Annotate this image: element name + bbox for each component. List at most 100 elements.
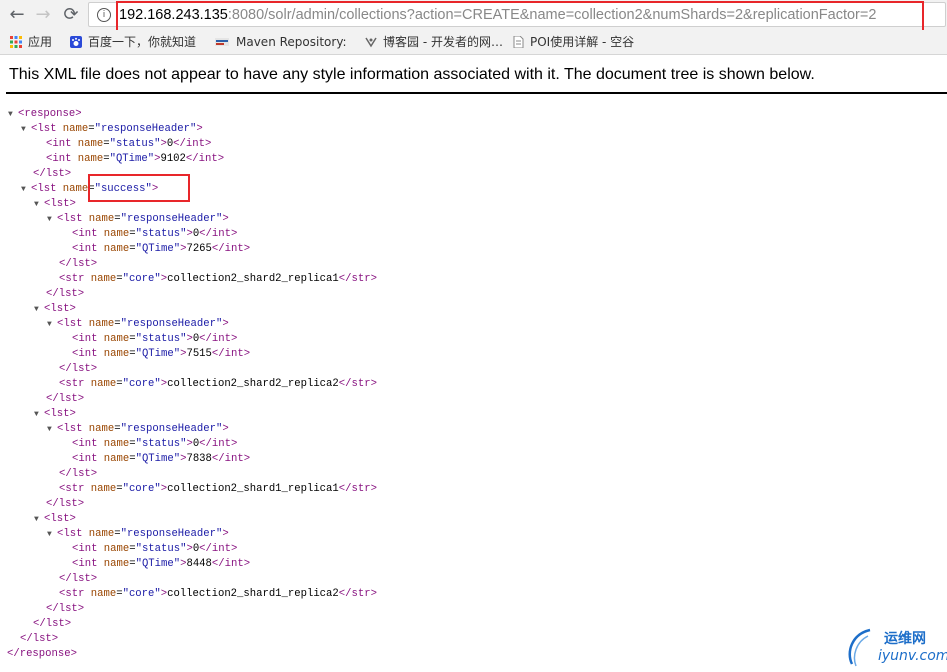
baidu-paw-icon bbox=[70, 36, 82, 48]
tag-name: lst bbox=[45, 618, 65, 630]
forward-arrow-icon[interactable]: → bbox=[31, 3, 55, 27]
tag-close-bracket: > bbox=[222, 528, 229, 540]
element-text: collection2_shard2_replica1 bbox=[167, 273, 339, 285]
closing-tag-name: int bbox=[211, 228, 231, 240]
closing-tag: </int> bbox=[199, 543, 238, 555]
tag-name: lst bbox=[58, 498, 78, 510]
tag-close-bracket: > bbox=[64, 168, 72, 180]
tag-open-bracket: </ bbox=[59, 573, 72, 585]
tag-name: int bbox=[52, 153, 72, 165]
collapse-triangle-icon[interactable]: ▼ bbox=[47, 422, 57, 437]
xml-line: <str name="core">collection2_shard1_repl… bbox=[59, 483, 377, 495]
collapse-triangle-icon[interactable]: ▼ bbox=[8, 107, 18, 122]
bookmark-label: 博客园 - 开发者的网… bbox=[383, 35, 503, 49]
closing-tag: </int> bbox=[185, 153, 225, 165]
tag-close-bracket: > bbox=[77, 288, 85, 300]
collapse-triangle-icon[interactable]: ▼ bbox=[21, 122, 31, 137]
bookmark-label: Maven Repository: bbox=[236, 35, 347, 49]
info-icon[interactable]: i bbox=[97, 8, 111, 22]
bookmark-cnblogs[interactable]: 博客园 - 开发者的网… bbox=[365, 34, 503, 50]
attr-name: name bbox=[103, 453, 130, 465]
closing-tag-name: str bbox=[351, 483, 371, 495]
bookmark-poi[interactable]: POI使用详解 - 空谷 bbox=[512, 34, 634, 50]
xml-line: </lst> bbox=[46, 602, 84, 617]
closing-tag: </int> bbox=[173, 138, 212, 150]
xml-line: </lst> bbox=[46, 497, 84, 512]
success-highlight-box bbox=[88, 174, 190, 202]
attr-name: name bbox=[77, 138, 104, 150]
xml-line: ▼ <lst> bbox=[34, 512, 76, 527]
tag-open-bracket: </ bbox=[46, 393, 59, 405]
attr-value: "status" bbox=[135, 228, 187, 240]
xml-line: </lst> bbox=[20, 632, 58, 647]
closing-tag-name: int bbox=[224, 243, 244, 255]
attr-value: "QTime" bbox=[135, 558, 181, 570]
bookmark-maven[interactable]: Maven Repository: bbox=[214, 34, 347, 50]
attr-name: name bbox=[103, 543, 130, 555]
tag-close-bracket: > bbox=[75, 108, 82, 120]
closing-tag-name: int bbox=[224, 453, 244, 465]
attr-name: name bbox=[103, 228, 130, 240]
collapse-triangle-icon[interactable]: ▼ bbox=[34, 512, 44, 527]
xml-line: </lst> bbox=[46, 287, 84, 302]
collapse-triangle-icon[interactable]: ▼ bbox=[47, 317, 57, 332]
reload-icon[interactable]: ⟳ bbox=[59, 3, 83, 27]
collapse-triangle-icon[interactable]: ▼ bbox=[34, 407, 44, 422]
xml-line: </response> bbox=[7, 647, 77, 662]
attr-name: name bbox=[90, 588, 117, 600]
xml-line: ▼ <lst name="responseHeader"> bbox=[47, 422, 229, 437]
tag-name: lst bbox=[71, 573, 91, 585]
tag-name: lst bbox=[32, 633, 52, 645]
bookmark-apps[interactable]: 应用 bbox=[10, 34, 52, 50]
xml-line: <int name="QTime">9102</int> bbox=[46, 153, 225, 165]
collapse-triangle-icon[interactable]: ▼ bbox=[34, 302, 44, 317]
closing-tag: </int> bbox=[211, 243, 251, 255]
back-arrow-icon[interactable]: ← bbox=[5, 3, 29, 27]
tag-open-bracket: </ bbox=[33, 618, 46, 630]
tag-name: str bbox=[65, 588, 85, 600]
xml-line: ▼ <lst> bbox=[34, 407, 76, 422]
attr-name: name bbox=[88, 318, 115, 330]
xml-line: </lst> bbox=[59, 467, 97, 482]
cnblogs-icon bbox=[365, 37, 377, 48]
tag-close-bracket: > bbox=[69, 513, 76, 525]
document-icon bbox=[513, 36, 524, 48]
closing-tag: </str> bbox=[338, 588, 377, 600]
element-text: 7515 bbox=[186, 348, 212, 360]
tag-name: lst bbox=[58, 603, 78, 615]
element-text: collection2_shard1_replica2 bbox=[167, 588, 339, 600]
attr-name: name bbox=[88, 213, 115, 225]
tag-name: lst bbox=[58, 393, 78, 405]
watermark-url: iyunv.com bbox=[878, 648, 947, 664]
closing-tag-name: int bbox=[224, 558, 244, 570]
collapse-triangle-icon[interactable]: ▼ bbox=[47, 212, 57, 227]
closing-tag: </str> bbox=[338, 483, 377, 495]
closing-tag-name: str bbox=[351, 378, 371, 390]
closing-tag: </int> bbox=[199, 438, 238, 450]
collapse-triangle-icon[interactable]: ▼ bbox=[34, 197, 44, 212]
xml-line: </lst> bbox=[59, 572, 97, 587]
attr-name: name bbox=[103, 558, 130, 570]
attr-value: "status" bbox=[135, 333, 187, 345]
collapse-triangle-icon[interactable]: ▼ bbox=[21, 182, 31, 197]
attr-value: "status" bbox=[135, 543, 187, 555]
closing-tag: </int> bbox=[211, 348, 251, 360]
closing-tag-name: str bbox=[351, 273, 371, 285]
tag-name: int bbox=[78, 453, 98, 465]
collapse-triangle-icon[interactable]: ▼ bbox=[47, 527, 57, 542]
tag-name: int bbox=[78, 228, 98, 240]
xml-line: <int name="QTime">7838</int> bbox=[72, 453, 251, 465]
attr-name: name bbox=[103, 438, 130, 450]
element-text: collection2_shard1_replica1 bbox=[167, 483, 339, 495]
bookmark-baidu[interactable]: 百度一下，你就知道 bbox=[70, 34, 196, 50]
tag-open-bracket: </ bbox=[46, 603, 59, 615]
tag-close-bracket: > bbox=[222, 423, 229, 435]
attr-name: name bbox=[103, 348, 130, 360]
tag-close-bracket: > bbox=[69, 198, 76, 210]
tag-name: lst bbox=[63, 213, 83, 225]
attr-value: "QTime" bbox=[109, 153, 155, 165]
xml-line: </lst> bbox=[59, 362, 97, 377]
attr-name: name bbox=[88, 528, 115, 540]
attr-name: name bbox=[77, 153, 104, 165]
watermark-title: 运维网 bbox=[884, 631, 926, 647]
